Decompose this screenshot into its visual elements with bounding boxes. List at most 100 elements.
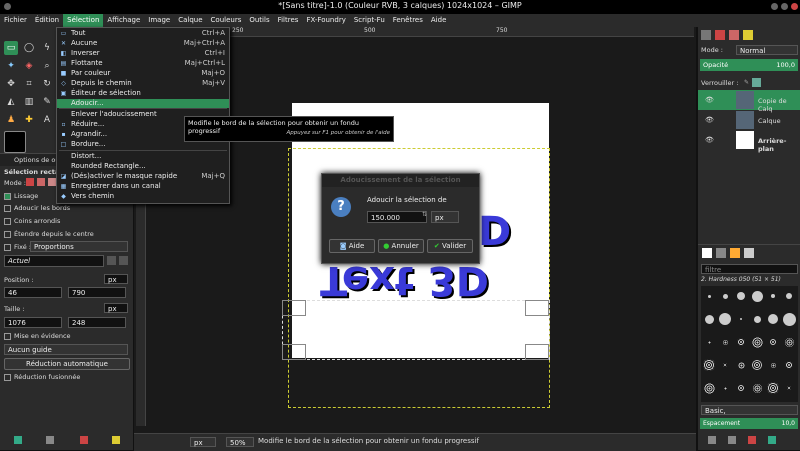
brush-category-select[interactable]: Basic, bbox=[701, 405, 798, 415]
option-from-center[interactable]: Étendre depuis le centre bbox=[4, 230, 94, 238]
mode-add-icon[interactable] bbox=[37, 178, 45, 186]
eye-icon[interactable]: 👁 bbox=[705, 96, 714, 104]
save-options-icon[interactable] bbox=[14, 436, 22, 444]
gradients-tab-icon[interactable] bbox=[730, 248, 740, 258]
brush-preview[interactable] bbox=[722, 339, 728, 345]
layer-row[interactable]: 👁 Arrière-plan bbox=[698, 130, 800, 153]
auto-shrink-button[interactable]: Réduction automatique bbox=[4, 358, 130, 370]
brush-preview[interactable] bbox=[782, 312, 796, 326]
size-width-input[interactable]: 1076 bbox=[4, 317, 62, 328]
opacity-slider[interactable]: Opacité 100,0 bbox=[700, 59, 798, 71]
menu-calque[interactable]: Calque bbox=[174, 14, 206, 27]
menu-fichier[interactable]: Fichier bbox=[0, 14, 31, 27]
spacing-slider[interactable]: Espacement 10,0 bbox=[700, 418, 798, 429]
selection-handle[interactable] bbox=[525, 344, 549, 360]
brush-preview[interactable] bbox=[703, 382, 715, 394]
brushes-tab-icon[interactable] bbox=[702, 248, 712, 258]
menu-item-16[interactable]: ◆ Vers chemin bbox=[57, 192, 229, 201]
menu-filtres[interactable]: Filtres bbox=[274, 14, 303, 27]
menu-item-1[interactable]: ✕ Aucune Maj+Ctrl+A bbox=[57, 39, 229, 48]
brush-preview[interactable] bbox=[752, 383, 762, 393]
landscape-icon[interactable] bbox=[119, 256, 128, 265]
gradient-tool-icon[interactable]: ▥ bbox=[22, 95, 36, 109]
option-rounded[interactable]: Coins arrondis bbox=[4, 217, 60, 225]
menu-couleurs[interactable]: Couleurs bbox=[207, 14, 246, 27]
position-y-input[interactable]: 790 bbox=[68, 287, 126, 298]
brush-filter-input[interactable]: filtre bbox=[701, 264, 798, 274]
menu-script-fu[interactable]: Script-Fu bbox=[350, 14, 389, 27]
menu-item-3[interactable]: ▤ Flottante Maj+Ctrl+L bbox=[57, 59, 229, 68]
restore-options-icon[interactable] bbox=[46, 436, 54, 444]
cancel-button[interactable]: ● Annuler bbox=[378, 239, 424, 253]
menu-item-12[interactable]: Distort... bbox=[57, 152, 229, 161]
brush-preview[interactable] bbox=[723, 386, 727, 390]
brush-preview[interactable] bbox=[784, 337, 794, 347]
maximize-icon[interactable] bbox=[781, 3, 788, 10]
brush-preview[interactable] bbox=[703, 359, 715, 371]
fuzzy-select-tool-icon[interactable]: ✦ bbox=[4, 59, 18, 73]
heal-tool-icon[interactable]: ✚ bbox=[22, 113, 36, 127]
rotate-tool-icon[interactable]: ↻ bbox=[40, 77, 54, 91]
menu-item-6[interactable]: ▣ Éditeur de sélection bbox=[57, 89, 229, 98]
menu-outils[interactable]: Outils bbox=[245, 14, 273, 27]
menu-item-7[interactable]: Adoucir... bbox=[57, 99, 229, 108]
brush-preview[interactable] bbox=[770, 339, 776, 345]
size-unit-select[interactable]: px bbox=[104, 303, 128, 313]
lasso-tool-icon[interactable]: ϟ bbox=[40, 41, 54, 55]
edit-brush-icon[interactable] bbox=[708, 436, 716, 444]
brush-preview[interactable] bbox=[737, 361, 745, 369]
mode-subtract-icon[interactable] bbox=[48, 178, 56, 186]
minimize-icon[interactable] bbox=[771, 3, 778, 10]
brush-preview[interactable] bbox=[751, 290, 763, 302]
position-unit-select[interactable]: px bbox=[104, 274, 128, 284]
brush-preview[interactable] bbox=[722, 293, 728, 299]
brush-preview[interactable] bbox=[786, 293, 792, 299]
crop-tool-icon[interactable]: ⌗ bbox=[22, 77, 36, 91]
zoom-tool-icon[interactable]: ⌕ bbox=[40, 59, 54, 73]
help-button[interactable]: ◙ Aide bbox=[329, 239, 375, 253]
menu-fenetres[interactable]: Fenêtres bbox=[389, 14, 427, 27]
fonts-tab-icon[interactable] bbox=[744, 248, 754, 258]
brush-preview[interactable] bbox=[767, 382, 779, 394]
brush-preview[interactable] bbox=[785, 361, 793, 369]
portrait-icon[interactable] bbox=[107, 256, 116, 265]
menu-fx-foundry[interactable]: FX-Foundry bbox=[302, 14, 349, 27]
eye-icon[interactable]: 👁 bbox=[705, 136, 714, 144]
new-brush-icon[interactable] bbox=[728, 436, 736, 444]
status-zoom-select[interactable]: 50% bbox=[226, 437, 254, 447]
brush-preview[interactable] bbox=[771, 294, 775, 298]
selection-handle[interactable] bbox=[525, 300, 549, 316]
brush-preview[interactable] bbox=[770, 362, 776, 368]
brush-preview[interactable] bbox=[738, 385, 744, 391]
menu-item-13[interactable]: Rounded Rectangle... bbox=[57, 162, 229, 171]
channels-tab-icon[interactable] bbox=[715, 30, 725, 40]
unit-select[interactable]: px bbox=[431, 211, 459, 223]
fixed-current-input[interactable]: Actuel bbox=[4, 255, 104, 267]
foreground-color-swatch[interactable] bbox=[4, 131, 26, 153]
reset-options-icon[interactable] bbox=[112, 436, 120, 444]
brush-preview[interactable] bbox=[751, 336, 763, 348]
menu-affichage[interactable]: Affichage bbox=[103, 14, 144, 27]
menu-item-14[interactable]: ◪ (Dés)activer le masque rapide Maj+Q bbox=[57, 172, 229, 181]
move-tool-icon[interactable]: ✥ bbox=[4, 77, 18, 91]
eye-icon[interactable]: 👁 bbox=[705, 116, 714, 124]
brush-preview[interactable] bbox=[737, 292, 745, 300]
brush-preview[interactable] bbox=[723, 363, 727, 367]
rect-select-tool-icon[interactable]: ▭ bbox=[4, 41, 18, 55]
brush-preview[interactable] bbox=[768, 314, 778, 324]
close-icon[interactable] bbox=[791, 3, 798, 10]
menu-item-2[interactable]: ◧ Inverser Ctrl+I bbox=[57, 49, 229, 58]
fixed-select[interactable]: Proportions bbox=[30, 241, 128, 252]
tool-options-tab[interactable]: Options de ou bbox=[14, 156, 59, 164]
delete-options-icon[interactable] bbox=[80, 436, 88, 444]
select-by-color-icon[interactable]: ◈ bbox=[22, 59, 36, 73]
menu-item-5[interactable]: ◇ Depuis le chemin Maj+V bbox=[57, 79, 229, 88]
option-merged[interactable]: Réduction fusionnée bbox=[4, 373, 80, 381]
spin-arrows-icon[interactable]: ⇅ bbox=[422, 211, 427, 218]
menu-image[interactable]: Image bbox=[144, 14, 174, 27]
option-feather[interactable]: Adoucir les bords bbox=[4, 204, 70, 212]
lock-pixels-icon[interactable]: ✎ bbox=[744, 79, 749, 86]
brush-preview[interactable] bbox=[719, 313, 731, 325]
brush-preview[interactable] bbox=[740, 318, 742, 320]
selection-handle[interactable] bbox=[282, 300, 306, 316]
